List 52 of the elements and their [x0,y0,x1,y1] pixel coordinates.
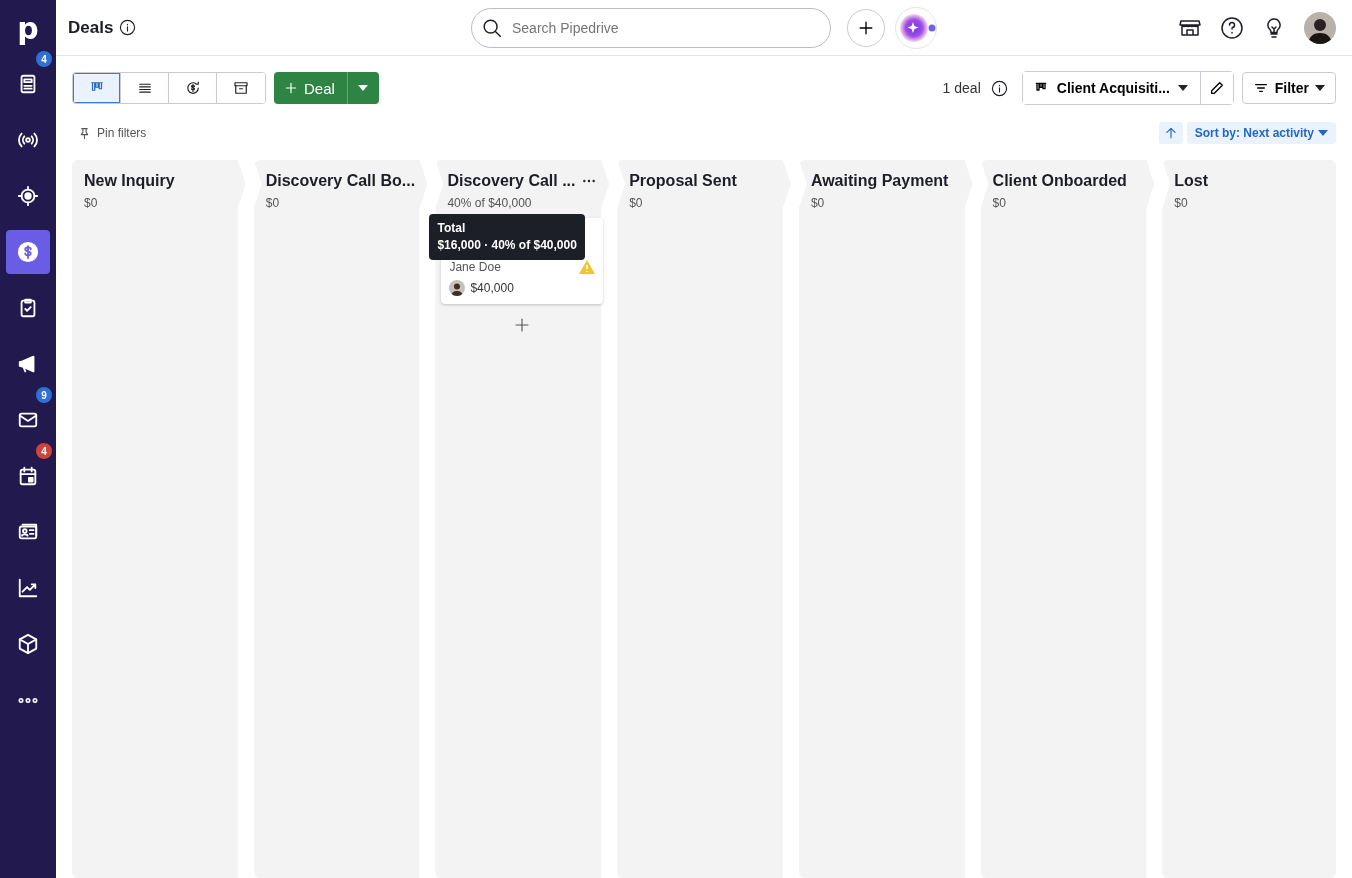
more-icon [18,697,38,703]
add-deal-button[interactable]: Deal [274,72,347,104]
stage-amount: $0 [810,196,826,210]
stage-amount: $0 [992,196,1007,210]
stage-amount: $0 [1174,196,1189,210]
count-badge: 9 [36,387,52,403]
deal-value: $40,000 [470,281,514,295]
dollar-icon [17,241,39,263]
app-logo[interactable]: p [17,0,39,56]
deal-count: 1 deal [942,80,981,96]
view-tab[interactable] [73,73,121,103]
stage-title: Client Onboarded [992,172,1127,190]
avatar [449,280,466,296]
sort-direction-button[interactable] [1158,122,1183,144]
stage-amount: $0 [629,196,644,210]
calendar-icon [17,465,39,487]
stage-title: Discovery Call ... [447,172,576,190]
stage-title: Discovery Call Bo... [265,172,416,190]
caret-icon [1318,130,1328,136]
info-icon[interactable] [990,79,1008,97]
caret-icon [1315,85,1325,91]
arrow-up-icon [1163,126,1178,140]
pin-filters-button[interactable]: Pin filters [78,126,147,140]
chart-icon [17,577,39,599]
stage-title: Lost [1174,172,1209,190]
page-title: Deals [68,17,114,38]
help-icon[interactable] [1220,15,1244,40]
pencil-icon [1208,80,1225,96]
avatar[interactable] [1304,11,1336,44]
stage-amount: $0 [84,196,99,210]
caret-icon [358,85,369,91]
plus-icon [284,81,298,95]
caret-icon [1177,85,1188,91]
count-badge: 4 [36,51,52,67]
dropdown-button[interactable] [346,72,379,104]
count-badge: 4 [36,443,52,459]
target-icon [17,185,39,207]
pin-icon [78,126,91,140]
stage-amount: $0 [265,196,281,210]
stage-title: New Inquiry [84,172,175,190]
filter-button[interactable]: Filter [1241,72,1336,104]
box-icon [17,633,39,655]
sort-button[interactable]: Sort by: Next activity [1186,122,1336,144]
stage-title: Awaiting Payment [810,172,949,190]
search-field[interactable]: Search Pipedrive [471,7,831,48]
archive-icon [232,79,250,97]
add-button[interactable] [847,8,885,47]
stage-amount: 40% of $40,000 [447,196,533,210]
pipeline-select[interactable]: Client Acquisiti... [1022,72,1201,104]
info-icon[interactable] [119,19,137,36]
stage-title: Proposal Sent [629,172,737,190]
person-name: Jane Doe [449,260,501,274]
